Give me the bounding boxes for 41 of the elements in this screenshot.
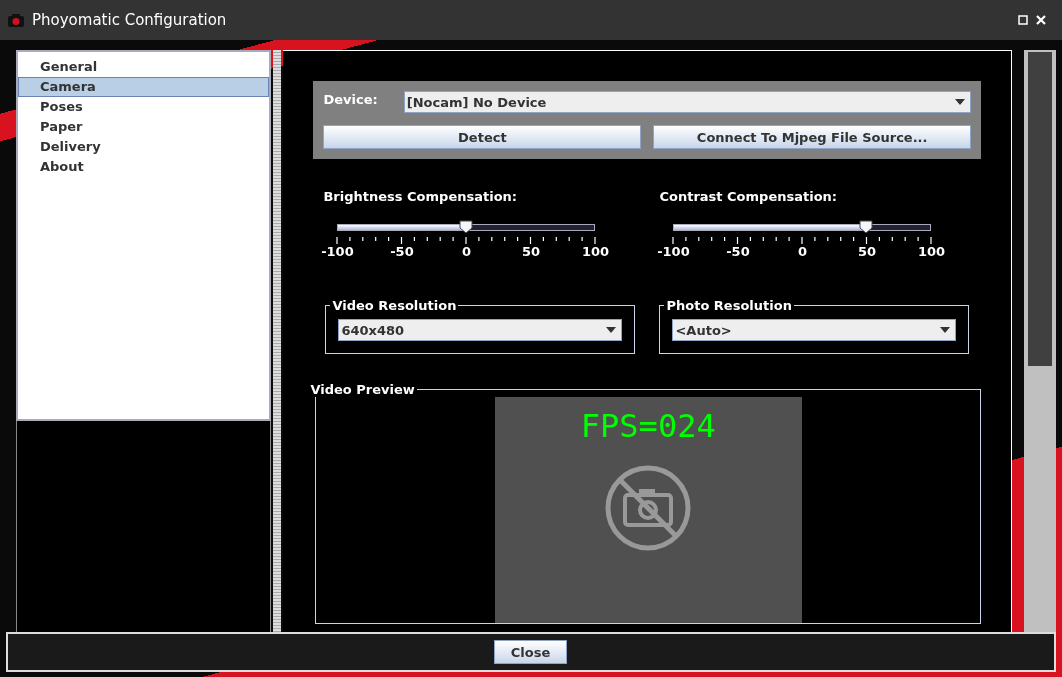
sidebar-item[interactable]: General [18,57,270,77]
slider-thumb[interactable] [859,220,874,234]
dropdown-arrow-icon [955,99,966,105]
window-title: Phoyomatic Configuration [32,11,227,29]
sidebar-item[interactable]: About [18,157,270,177]
resolution-dropdown[interactable]: 640x480 [338,319,623,341]
device-label: Device: [323,92,378,107]
device-button[interactable]: Detect [323,125,642,149]
close-button[interactable]: Close [494,640,567,664]
tick-label: 50 [857,244,876,259]
scrollbar[interactable] [1024,50,1056,632]
sidebar-item[interactable]: Camera [18,77,270,97]
tick-label: -50 [390,244,414,259]
device-dropdown[interactable]: [Nocam] No Device [403,91,972,113]
sidebar-item[interactable]: Poses [18,97,270,117]
dropdown-arrow-icon [606,327,617,333]
maximize-icon[interactable] [1018,15,1028,25]
resolution-dropdown[interactable]: <Auto> [672,319,957,341]
tick-label: 0 [797,244,807,259]
slider-label: Brightness Compensation: [323,189,519,204]
close-icon[interactable] [1036,15,1046,25]
tick-label: 100 [581,244,609,259]
tick-label: -50 [726,244,750,259]
group-title: Photo Resolution [665,298,793,313]
sidebar-item[interactable]: Paper [18,117,270,137]
group-title: Video Preview [309,382,416,397]
dropdown-arrow-icon [940,327,951,333]
group-title: Video Resolution [331,298,458,313]
tick-label: -100 [657,244,690,259]
slider-thumb[interactable] [459,220,474,234]
tick-label: 50 [521,244,540,259]
splitter-handle[interactable] [273,50,282,632]
device-button[interactable]: Connect To Mjpeg File Source... [653,125,972,149]
fps-counter: FPS=024 [580,407,716,445]
tick-label: 100 [917,244,945,259]
tick-label: -100 [321,244,354,259]
scrollbar-thumb[interactable] [1028,52,1052,366]
sidebar-item[interactable]: Delivery [18,137,270,157]
camera-icon [8,13,24,27]
slider-label: Contrast Compensation: [659,189,839,204]
tick-label: 0 [461,244,471,259]
